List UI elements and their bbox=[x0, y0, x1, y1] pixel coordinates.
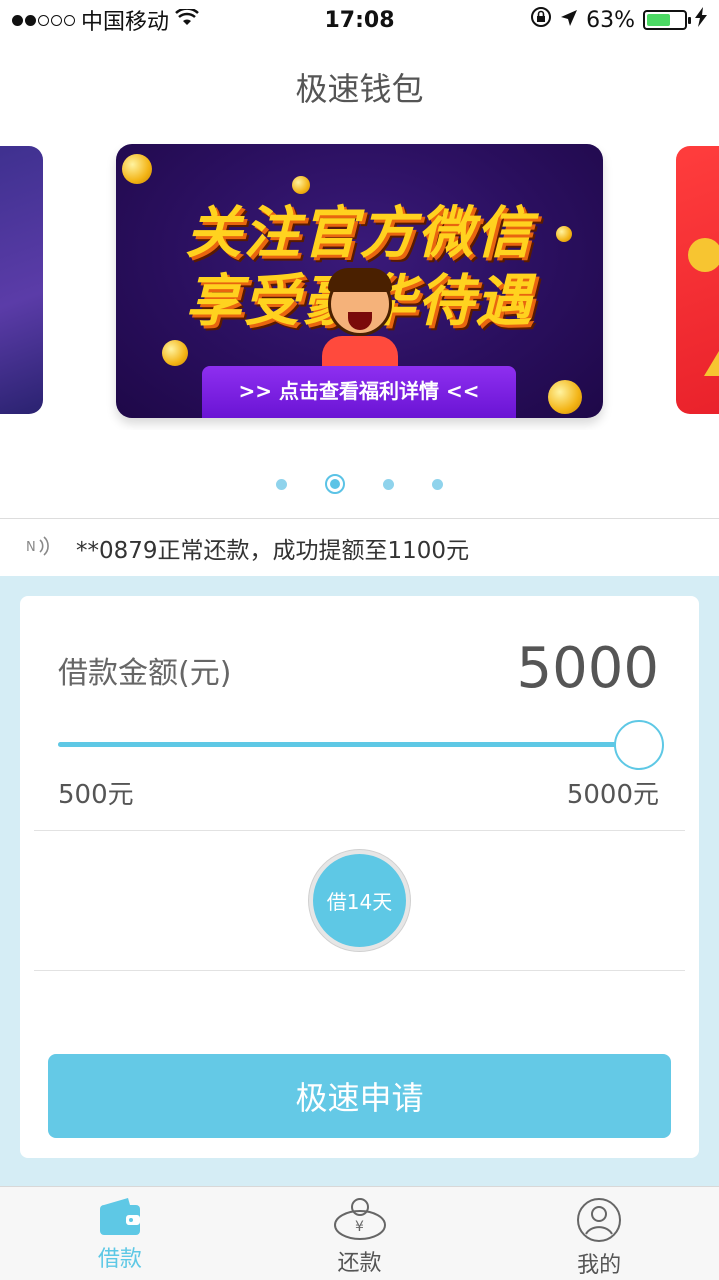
tab-repay-label: 还款 bbox=[337, 1251, 382, 1276]
banner-carousel[interactable]: 关注官方微信 享受豪华待遇 >> 点击查看福利详情 << bbox=[0, 140, 719, 430]
yen-coins-icon: ¥ bbox=[332, 1197, 388, 1241]
carousel-page-dot[interactable] bbox=[276, 478, 287, 490]
apply-button[interactable]: 极速申请 bbox=[48, 1054, 671, 1138]
notice-bar: N **0879正常还款，成功提额至1100元 bbox=[0, 518, 719, 576]
carousel-page-dot[interactable] bbox=[432, 478, 443, 490]
status-right: 63% bbox=[447, 6, 707, 34]
divider bbox=[34, 830, 685, 831]
location-arrow-icon bbox=[560, 8, 578, 33]
carousel-page-dot[interactable] bbox=[383, 478, 394, 490]
triangle-decoration-icon bbox=[704, 346, 719, 376]
amount-min-label: 500元 bbox=[58, 780, 134, 810]
svg-text:¥: ¥ bbox=[355, 1219, 364, 1235]
battery-percent: 63% bbox=[586, 7, 635, 33]
broadcast-icon: N bbox=[26, 534, 76, 562]
coin-decoration-icon bbox=[548, 380, 582, 414]
loan-panel: 借款金额(元) 5000 500元 5000元 借14天 极速申请 bbox=[20, 596, 699, 1158]
amount-slider-thumb[interactable] bbox=[614, 720, 664, 770]
coin-decoration-icon bbox=[688, 238, 719, 272]
battery-icon bbox=[643, 10, 691, 30]
user-icon bbox=[576, 1197, 622, 1243]
status-bar: 中国移动 17:08 63% bbox=[0, 0, 719, 40]
charging-bolt-icon bbox=[695, 7, 707, 33]
signal-strength-icon bbox=[12, 14, 75, 26]
tab-repay[interactable]: ¥ 还款 bbox=[240, 1187, 480, 1280]
wallet-icon bbox=[98, 1197, 142, 1237]
notice-text: **0879正常还款，成功提额至1100元 bbox=[76, 537, 470, 564]
tab-borrow[interactable]: 借款 bbox=[0, 1187, 240, 1280]
coin-decoration-icon bbox=[162, 340, 188, 366]
carrier-name: 中国移动 bbox=[81, 10, 170, 35]
amount-slider-track[interactable] bbox=[58, 742, 648, 747]
page-title: 极速钱包 bbox=[295, 70, 424, 108]
loan-term-button[interactable]: 借14天 bbox=[309, 850, 410, 951]
banner-card-current[interactable]: 关注官方微信 享受豪华待遇 >> 点击查看福利详情 << bbox=[116, 144, 603, 418]
amount-max-label: 5000元 bbox=[566, 780, 659, 810]
banner-details-button[interactable]: >> 点击查看福利详情 << bbox=[202, 366, 516, 418]
tab-mine[interactable]: 我的 bbox=[479, 1187, 719, 1280]
orientation-lock-icon bbox=[530, 6, 552, 34]
amount-value: 5000 bbox=[516, 636, 659, 701]
banner-card-next[interactable] bbox=[676, 146, 719, 414]
tab-borrow-label: 借款 bbox=[97, 1247, 142, 1272]
status-left: 中国移动 bbox=[12, 4, 272, 36]
carousel-pager[interactable] bbox=[0, 474, 719, 494]
svg-text:N: N bbox=[26, 540, 36, 555]
banner-card-previous[interactable] bbox=[0, 146, 43, 414]
divider bbox=[34, 970, 685, 971]
tab-mine-label: 我的 bbox=[577, 1253, 622, 1278]
tab-bar: 借款 ¥ 还款 我的 bbox=[0, 1186, 719, 1280]
status-time: 17:08 bbox=[324, 7, 395, 33]
amount-slider-fill bbox=[58, 742, 648, 747]
coin-decoration-icon bbox=[122, 154, 152, 184]
wifi-icon bbox=[175, 6, 199, 33]
mascot-hair bbox=[328, 268, 392, 292]
carousel-page-dot[interactable] bbox=[325, 474, 345, 494]
amount-label: 借款金额(元) bbox=[58, 656, 232, 691]
mascot-body bbox=[322, 336, 398, 366]
